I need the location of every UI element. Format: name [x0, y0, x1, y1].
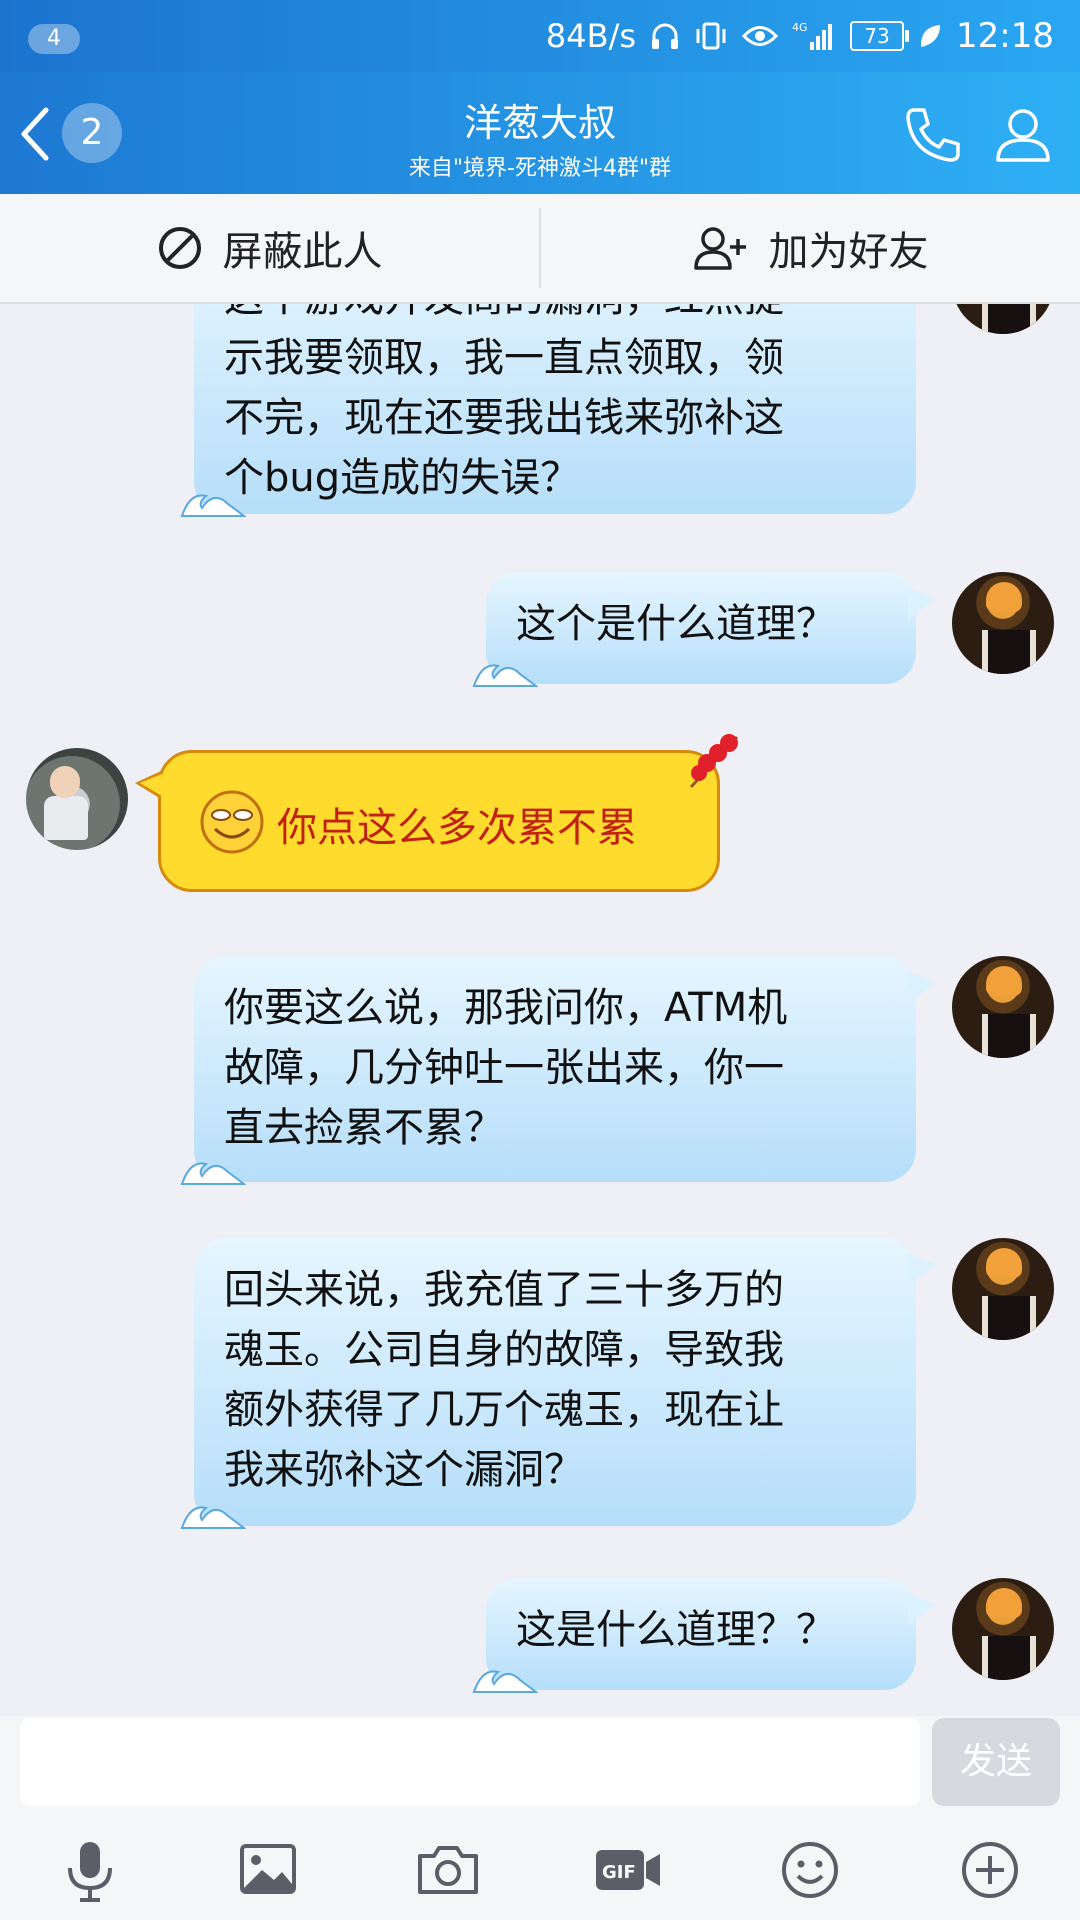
message-bubble[interactable]: 这是什么道理？？	[472, 1578, 936, 1693]
input-toolbar: GIF	[0, 1834, 1080, 1914]
battery-indicator: 73	[850, 21, 910, 51]
notification-count-badge: 4	[28, 24, 80, 54]
network-type: 4G	[792, 21, 808, 34]
my-avatar[interactable]	[952, 1238, 1054, 1340]
leaf-icon	[918, 23, 942, 49]
contact-avatar[interactable]	[26, 748, 128, 850]
message-text: 你点这么多次累不累	[277, 805, 637, 851]
block-icon	[158, 227, 201, 269]
wave-decoration-icon	[180, 494, 246, 517]
message-bubble[interactable]: 你要这么说，那我问你，ATM机 故障，几分钟吐一张出来，你一 直去捡累不累？	[180, 956, 936, 1185]
wave-decoration-icon	[180, 1506, 246, 1529]
wave-decoration-icon	[472, 664, 538, 687]
block-user-label: 屏蔽此人	[222, 229, 383, 275]
add-friend-icon	[693, 227, 746, 270]
camera-icon	[418, 1846, 478, 1894]
message-bubble[interactable]: 这个是什么道理？	[472, 572, 936, 687]
block-user-button[interactable]: 屏蔽此人	[0, 194, 539, 302]
profile-button[interactable]	[990, 102, 1056, 168]
send-button[interactable]: 发送	[932, 1718, 1060, 1806]
message-line: 不完，现在还要我出钱来弥补这	[224, 395, 784, 441]
smiley-icon	[200, 790, 264, 854]
camera-button[interactable]	[412, 1834, 484, 1906]
message-line: 故障，几分钟吐一张出来，你一	[224, 1045, 784, 1091]
message-line: 直去捡累不累？	[224, 1105, 504, 1151]
add-friend-button[interactable]: 加为好友	[541, 194, 1080, 302]
wave-decoration-icon	[472, 1670, 538, 1693]
emoji-icon	[782, 1842, 838, 1898]
status-bar-right: 84B/s 4G 73 12:18	[546, 0, 1054, 72]
gif-button[interactable]: GIF	[590, 1834, 662, 1906]
user-icon	[996, 109, 1050, 162]
chat-header: 2 洋葱大叔 来自"境界-死神激斗4群"群	[0, 72, 1080, 194]
voice-button[interactable]	[54, 1834, 126, 1906]
message-line: 额外获得了几万个魂玉，现在让	[224, 1387, 784, 1433]
message-line: 你要这么说，那我问你，ATM机	[224, 985, 788, 1031]
status-bar: 4 84B/s 4G 73 12:18	[0, 0, 1080, 72]
input-bar: 发送 GIF	[0, 1716, 1080, 1920]
more-button[interactable]	[954, 1834, 1026, 1906]
message-line: 示我要领取，我一直点领取，领	[224, 335, 784, 381]
candied-haws-icon	[689, 734, 739, 789]
my-avatar[interactable]	[952, 572, 1054, 674]
message-bubble[interactable]: 回头来说，我充值了三十多万的 魂玉。公司自身的故障，导致我 额外获得了几万个魂玉…	[180, 1238, 936, 1529]
message-line: 我来弥补这个漏洞？	[224, 1447, 584, 1493]
eye-icon	[742, 23, 779, 49]
message-line: 魂玉。公司自身的故障，导致我	[224, 1327, 784, 1373]
network-speed: 84B/s	[545, 17, 637, 55]
wave-decoration-icon	[180, 1162, 246, 1185]
message-line: 这是什么道理？？	[516, 1607, 836, 1653]
clock: 12:18	[956, 16, 1054, 56]
image-icon	[240, 1844, 296, 1894]
my-avatar[interactable]	[952, 1578, 1054, 1680]
message-list[interactable]: 这个游戏开发商的漏洞，红点提 示我要领取，我一直点领取，领 不完，现在还要我出钱…	[0, 304, 1080, 1716]
call-button[interactable]	[900, 102, 966, 168]
message-input[interactable]	[20, 1718, 920, 1806]
svg-text:GIF: GIF	[602, 1862, 636, 1883]
message-line: 这个是什么道理？	[516, 601, 836, 647]
emoji-button[interactable]	[774, 1834, 846, 1906]
message-bubble-yellow[interactable]: 你点这么多次累不累	[135, 734, 739, 892]
headphones-icon	[650, 21, 680, 51]
photo-button[interactable]	[232, 1834, 304, 1906]
microphone-icon	[68, 1842, 112, 1902]
signal-icon: 4G	[792, 20, 836, 52]
message-line: 这个游戏开发商的漏洞，红点提	[224, 304, 878, 328]
phone-icon	[906, 108, 960, 162]
action-bar: 屏蔽此人 加为好友	[0, 194, 1080, 304]
my-avatar[interactable]	[952, 304, 1054, 334]
my-avatar[interactable]	[952, 956, 1054, 1058]
gif-icon: GIF	[596, 1850, 660, 1890]
vibrate-icon	[694, 21, 728, 51]
message-line: 个bug造成的失误？	[224, 455, 581, 501]
message-bubble[interactable]: 这个游戏开发商的漏洞，红点提 示我要领取，我一直点领取，领 不完，现在还要我出钱…	[180, 304, 916, 517]
message-line: 回头来说，我充值了三十多万的	[224, 1267, 784, 1313]
plus-icon	[962, 1842, 1018, 1898]
add-friend-label: 加为好友	[768, 229, 929, 275]
